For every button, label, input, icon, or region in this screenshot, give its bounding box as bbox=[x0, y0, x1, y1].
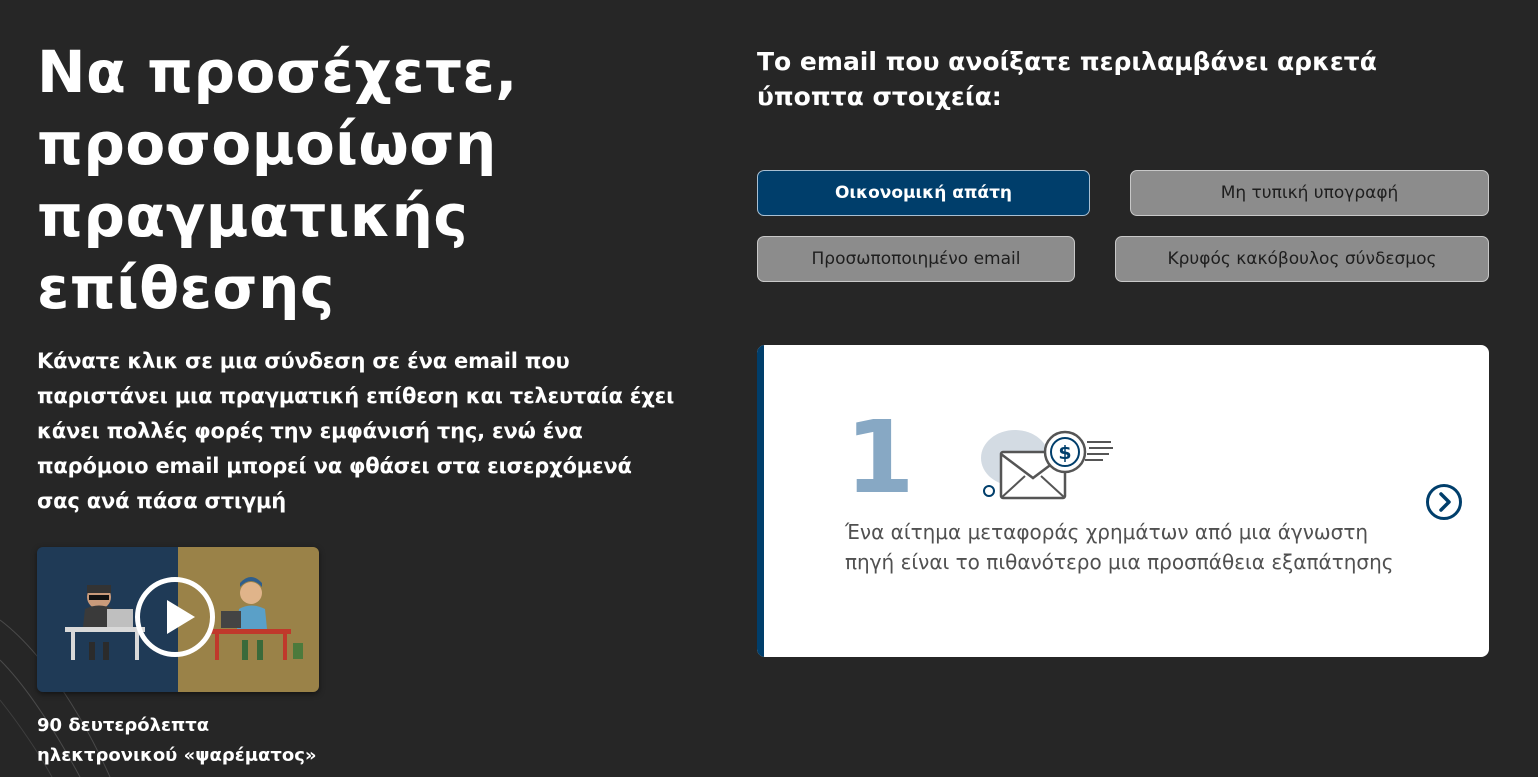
video-caption-line-1: 90 δευτερόλεπτα bbox=[37, 715, 210, 736]
chevron-right-circle-icon[interactable] bbox=[1425, 483, 1463, 521]
video-caption-line-2: ηλεκτρονικού «ψαρέματος» bbox=[37, 745, 317, 766]
svg-text:$: $ bbox=[1058, 442, 1071, 464]
tag-hidden-malicious-link[interactable]: Κρυφός κακόβουλος σύνδεσμος bbox=[1115, 236, 1489, 282]
tag-financial-fraud[interactable]: Οικονομική απάτη bbox=[757, 170, 1090, 216]
card-number: 1 bbox=[845, 399, 915, 516]
tip-card: 1 $ Ένα αίτημα μεταφοράς χρημάτων από μι… bbox=[757, 345, 1489, 657]
tag-unusual-signature[interactable]: Μη τυπική υπογραφή bbox=[1130, 170, 1489, 216]
section-heading: Το email που ανοίξατε περιλαμβάνει αρκετ… bbox=[757, 47, 1377, 111]
video-thumbnail[interactable] bbox=[37, 547, 319, 692]
play-button[interactable] bbox=[135, 577, 215, 657]
intro-paragraph: Κάνατε κλικ σε μια σύνδεση σε ένα email … bbox=[37, 349, 675, 513]
video-caption: 90 δευτερόλεπτα ηλεκτρονικού «ψαρέματος» bbox=[37, 711, 337, 771]
play-icon bbox=[167, 600, 195, 634]
card-description: Ένα αίτημα μεταφοράς χρημάτων από μια άγ… bbox=[845, 520, 1394, 574]
tag-personalized-email[interactable]: Προσωποποιημένο email bbox=[757, 236, 1075, 282]
left-column: Να προσέχετε, προσομοίωση πραγματικής επ… bbox=[37, 36, 677, 324]
card-accent-bar bbox=[757, 345, 764, 657]
page-headline: Να προσέχετε, προσομοίωση πραγματικής επ… bbox=[37, 38, 518, 322]
email-money-icon: $ bbox=[981, 430, 1113, 500]
